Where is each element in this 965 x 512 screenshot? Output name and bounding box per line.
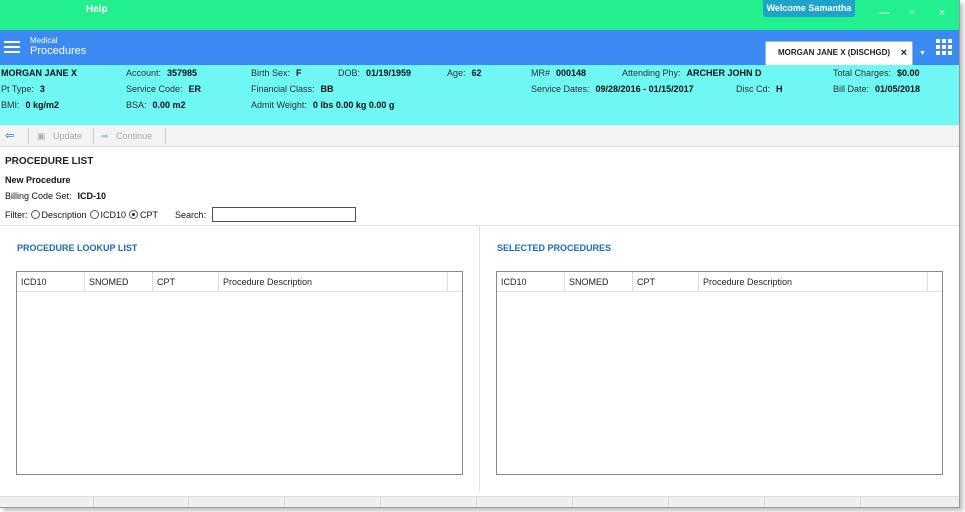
- status-bar: [0, 496, 959, 507]
- column-header-description[interactable]: Procedure Description: [699, 272, 928, 291]
- patient-tab[interactable]: MORGAN JANE X (DISCHGD) ×: [765, 41, 913, 65]
- title-bar: Help Welcome Samantha — ▫ ×: [0, 0, 959, 30]
- user-badge[interactable]: Welcome Samantha: [763, 0, 855, 17]
- account-field: Account: 357985: [126, 68, 198, 78]
- lookup-grid-header: ICD10 SNOMED CPT Procedure Description: [17, 272, 462, 292]
- module-header: Medical Procedures MORGAN JANE X (DISCHG…: [0, 30, 959, 65]
- dob-field: DOB: 01/19/1959: [338, 68, 412, 78]
- panel-divider: [479, 226, 480, 492]
- column-header-description[interactable]: Procedure Description: [219, 272, 448, 291]
- lookup-list-grid[interactable]: ICD10 SNOMED CPT Procedure Description: [16, 271, 463, 475]
- column-header-snomed[interactable]: SNOMED: [565, 272, 633, 291]
- close-icon[interactable]: ×: [934, 6, 950, 20]
- column-header-icd10[interactable]: ICD10: [497, 272, 565, 291]
- minimize-icon[interactable]: —: [876, 6, 892, 20]
- filter-icd10-radio[interactable]: [89, 210, 99, 219]
- patient-banner: MORGAN JANE X Account: 357985 Birth Sex: F…: [0, 65, 959, 125]
- save-disk-icon: ▣: [37, 131, 46, 141]
- billing-code-set: Billing Code Set: ICD-10: [5, 191, 107, 201]
- hamburger-menu-icon[interactable]: [4, 41, 20, 53]
- help-menu[interactable]: Help: [86, 4, 108, 15]
- divider: [0, 225, 959, 226]
- birth-sex-field: Birth Sex: F: [251, 68, 302, 78]
- column-header-cpt[interactable]: CPT: [153, 272, 219, 291]
- bsa-field: BSA: 0.00 m2: [126, 100, 186, 110]
- new-procedure-heading: New Procedure: [5, 175, 71, 185]
- module-name: Procedures: [30, 45, 87, 57]
- filter-description-radio[interactable]: [30, 210, 40, 219]
- selected-procedures-grid[interactable]: ICD10 SNOMED CPT Procedure Description: [496, 271, 943, 475]
- back-arrow-icon[interactable]: ⇦: [5, 129, 14, 143]
- lookup-list-title: PROCEDURE LOOKUP LIST: [17, 243, 138, 253]
- patient-name: MORGAN JANE X: [1, 68, 78, 78]
- search-input[interactable]: [212, 207, 357, 222]
- apps-grid-icon[interactable]: [936, 39, 952, 55]
- procedure-content: PROCEDURE LIST New Procedure Billing Cod…: [0, 148, 959, 496]
- module-title: Medical Procedures: [30, 36, 87, 57]
- financial-class-field: Financial Class: BB: [251, 84, 334, 94]
- continue-arrow-icon: ➡: [101, 131, 109, 141]
- age-field: Age: 62: [447, 68, 482, 78]
- restore-icon[interactable]: ▫: [904, 6, 920, 20]
- disc-cd-field: Disc Cd: H: [736, 84, 783, 94]
- total-charges-field: Total Charges: $0.00: [833, 68, 920, 78]
- selected-procedures-title: SELECTED PROCEDURES: [497, 243, 612, 253]
- filter-row: Filter: Description ICD10 CPT Search:: [5, 207, 357, 222]
- pt-type-field: Pt Type: 3: [1, 84, 45, 94]
- app-window: Help Welcome Samantha — ▫ × Medical Proc…: [0, 0, 960, 508]
- patient-tab-label: MORGAN JANE X (DISCHGD): [778, 48, 891, 57]
- filter-icd10-label[interactable]: ICD10: [101, 210, 127, 220]
- toolbar: ⇦ ▣ Update ➡ Continue: [0, 125, 959, 147]
- filter-description-label[interactable]: Description: [42, 210, 87, 220]
- mr-field: MR# 000148: [531, 68, 587, 78]
- service-dates-field: Service Dates: 09/28/2016 - 01/15/2017: [531, 84, 694, 94]
- tab-close-icon[interactable]: ×: [901, 42, 907, 64]
- filter-cpt-label[interactable]: CPT: [140, 210, 158, 220]
- column-header-cpt[interactable]: CPT: [633, 272, 699, 291]
- selected-grid-header: ICD10 SNOMED CPT Procedure Description: [497, 272, 942, 292]
- search-label: Search:: [175, 209, 207, 220]
- attending-field: Attending Phy: ARCHER JOHN D: [622, 68, 762, 78]
- tab-dropdown-icon[interactable]: ▼: [919, 50, 926, 57]
- continue-button[interactable]: ➡ Continue: [101, 129, 152, 143]
- service-code-field: Service Code: ER: [126, 84, 202, 94]
- section-title: PROCEDURE LIST: [5, 156, 94, 167]
- bill-date-field: Bill Date: 01/05/2018: [833, 84, 921, 94]
- bmi-field: BMI: 0 kg/m2: [1, 100, 60, 110]
- admit-weight-field: Admit Weight: 0 lbs 0.00 kg 0.00 g: [251, 100, 395, 110]
- filter-label: Filter:: [5, 209, 28, 220]
- column-header-snomed[interactable]: SNOMED: [85, 272, 153, 291]
- column-header-icd10[interactable]: ICD10: [17, 272, 85, 291]
- filter-cpt-radio[interactable]: [129, 210, 139, 219]
- update-button[interactable]: ▣ Update: [37, 129, 82, 143]
